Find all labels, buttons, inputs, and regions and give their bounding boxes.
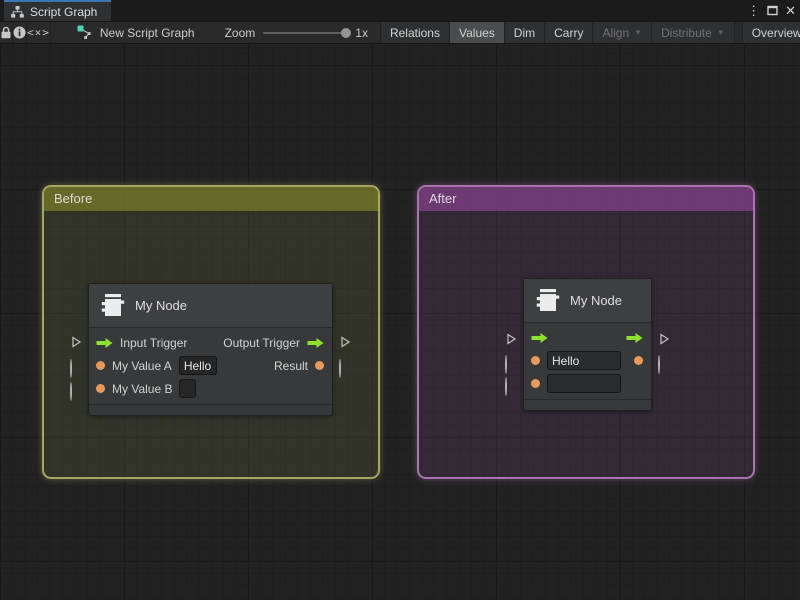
value-a-input[interactable] [179, 356, 217, 375]
zoom-slider-handle[interactable] [341, 28, 351, 38]
external-value-port[interactable] [339, 360, 351, 372]
script-graph-window: Script Graph ⋮ ✕ <×> [0, 0, 800, 600]
node-title: My Node [570, 293, 622, 308]
triangle-port-icon [658, 333, 670, 345]
external-value-port[interactable] [658, 356, 670, 368]
trigger-input-arrow-icon[interactable] [96, 337, 113, 349]
circle-port-icon [70, 359, 72, 378]
port-label-my-value-b: My Value B [112, 382, 172, 396]
external-trigger-port[interactable] [70, 335, 82, 347]
node-header[interactable]: My Node [89, 284, 332, 328]
triangle-port-icon [339, 336, 351, 348]
value-port-icon[interactable] [315, 361, 324, 370]
sitemap-icon [11, 6, 24, 18]
unit-node-icon [99, 292, 126, 320]
zoom-value: 1x [355, 26, 368, 40]
node-my-node-before[interactable]: My Node Input Trigger Output Trigger [88, 283, 333, 416]
value-port-icon[interactable] [531, 356, 540, 365]
triangle-port-icon [70, 336, 82, 348]
carry-toggle[interactable]: Carry [545, 22, 593, 43]
chevron-down-icon: ▼ [634, 28, 642, 37]
value-port-icon[interactable] [96, 361, 105, 370]
external-trigger-port[interactable] [658, 332, 670, 344]
external-value-port[interactable] [505, 378, 517, 390]
port-row-value-b: My Value B [89, 377, 332, 400]
more-options-icon[interactable]: ⋮ [747, 0, 760, 21]
new-script-graph-button[interactable]: New Script Graph [69, 22, 203, 43]
lock-icon [0, 26, 12, 39]
tab-bar: Script Graph ⋮ ✕ [0, 0, 800, 21]
tab-title: Script Graph [30, 5, 97, 19]
node-header[interactable]: My Node [524, 279, 651, 323]
value-port-icon[interactable] [96, 384, 105, 393]
new-script-graph-label: New Script Graph [100, 26, 195, 40]
window-controls: ⋮ ✕ [747, 0, 796, 21]
value-port-icon[interactable] [634, 356, 643, 365]
relations-toggle[interactable]: Relations [381, 22, 450, 43]
chevron-down-icon: ▼ [717, 28, 725, 37]
circle-port-icon [505, 355, 507, 374]
port-label-my-value-a: My Value A [112, 359, 172, 373]
external-value-port[interactable] [70, 360, 82, 372]
group-before-label: Before [54, 191, 92, 206]
port-label-input-trigger: Input Trigger [120, 336, 187, 350]
external-value-port[interactable] [70, 383, 82, 395]
group-before-header[interactable]: Before [44, 187, 378, 211]
trigger-input-arrow-icon[interactable] [531, 332, 548, 344]
info-button[interactable] [13, 22, 27, 43]
value-port-icon[interactable] [531, 379, 540, 388]
code-view-button[interactable]: <×> [27, 22, 51, 43]
port-row-trigger: Input Trigger Output Trigger [89, 331, 332, 354]
external-trigger-port[interactable] [339, 335, 351, 347]
tab-script-graph[interactable]: Script Graph [4, 0, 111, 21]
circle-port-icon [658, 355, 660, 374]
value-b-input[interactable] [547, 374, 621, 393]
distribute-dropdown[interactable]: Distribute ▼ [652, 22, 735, 43]
toolbar: <×> New Script Graph Zoom 1x Relations [0, 21, 800, 44]
external-value-port[interactable] [505, 356, 517, 368]
port-row-value-b [524, 372, 651, 395]
group-after-label: After [429, 191, 456, 206]
circle-port-icon [70, 382, 72, 401]
value-b-input[interactable] [179, 379, 196, 398]
node-my-node-after[interactable]: My Node [523, 278, 652, 411]
external-trigger-port[interactable] [505, 332, 517, 344]
lock-button[interactable] [0, 22, 13, 43]
info-icon [13, 26, 26, 39]
close-icon[interactable]: ✕ [785, 0, 796, 21]
trigger-output-arrow-icon[interactable] [626, 332, 643, 344]
port-row-trigger [524, 326, 651, 349]
zoom-label: Zoom [225, 26, 256, 40]
code-view-icon: <×> [27, 26, 50, 39]
port-label-output-trigger: Output Trigger [223, 336, 300, 350]
graph-canvas[interactable]: Before After My Node [0, 44, 800, 600]
dim-toggle[interactable]: Dim [505, 22, 545, 43]
node-footer [89, 404, 332, 415]
toolbar-toggles: Relations Values Dim Carry Align ▼ Distr… [380, 22, 800, 43]
align-dropdown[interactable]: Align ▼ [593, 22, 652, 43]
overview-button[interactable]: Overview [742, 22, 800, 43]
port-label-result: Result [274, 359, 308, 373]
maximize-icon[interactable] [767, 5, 778, 16]
value-a-input[interactable] [547, 351, 621, 370]
unit-node-icon [534, 287, 561, 315]
circle-port-icon [505, 377, 507, 396]
node-title: My Node [135, 298, 187, 313]
port-row-value-a: My Value A Result [89, 354, 332, 377]
trigger-output-arrow-icon[interactable] [307, 337, 324, 349]
node-body [524, 323, 651, 399]
node-body: Input Trigger Output Trigger My Value A … [89, 328, 332, 404]
port-row-value-a [524, 349, 651, 372]
graph-node-icon [77, 25, 93, 40]
circle-port-icon [339, 359, 341, 378]
triangle-port-icon [505, 333, 517, 345]
zoom-control: Zoom 1x [225, 22, 368, 43]
node-footer [524, 399, 651, 410]
zoom-slider[interactable] [263, 32, 347, 34]
group-after-header[interactable]: After [419, 187, 753, 211]
values-toggle[interactable]: Values [450, 22, 505, 43]
